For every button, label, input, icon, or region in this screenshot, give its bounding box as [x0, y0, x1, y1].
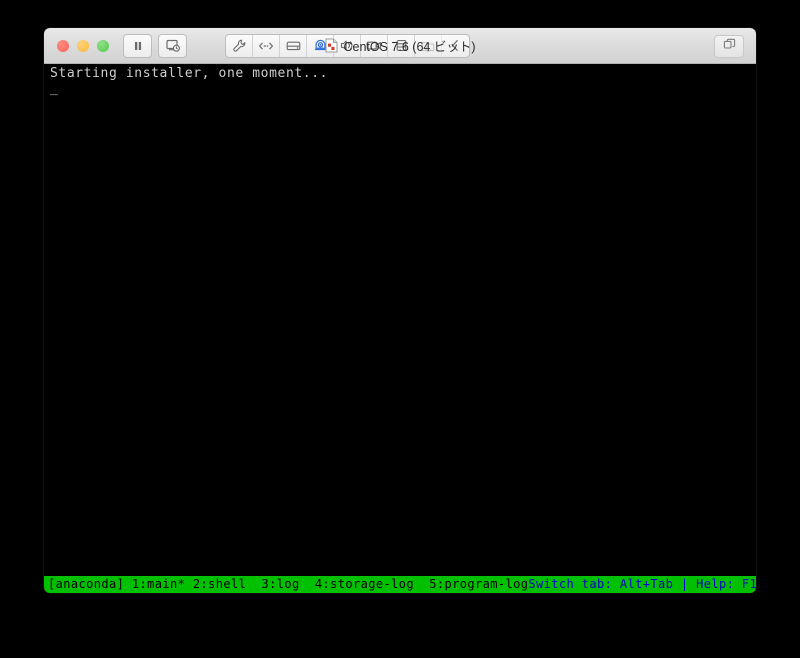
- window-titlebar[interactable]: CentOS 7.6 (64 ビット): [44, 28, 756, 64]
- unity-view-button[interactable]: [714, 35, 744, 58]
- guest-screen[interactable]: Starting installer, one moment... _ [ana…: [44, 64, 756, 593]
- video-camera-icon: [366, 40, 382, 51]
- pause-icon: [132, 40, 144, 52]
- hard-disk-icon: [286, 40, 301, 52]
- minimize-button[interactable]: [77, 39, 89, 52]
- vm-window: CentOS 7.6 (64 ビット) Starting installer, …: [44, 28, 756, 593]
- printer-icon: [395, 39, 408, 52]
- device-button-group: [225, 33, 470, 58]
- snapshot-button-group: [158, 33, 187, 58]
- anaconda-help-hint: Switch tab: Alt+Tab | Help: F1: [528, 577, 756, 591]
- terminal-line: Starting installer, one moment...: [50, 66, 329, 81]
- snapshot-icon: [165, 39, 180, 52]
- anaconda-status-bar: [anaconda] 1:main* 2:shell 3:log 4:stora…: [44, 576, 756, 593]
- network-icon: [258, 41, 274, 51]
- webcam-icon: [313, 39, 328, 52]
- shared-folder-button[interactable]: [415, 34, 442, 57]
- traffic-lights: [57, 39, 109, 52]
- sound-button[interactable]: [334, 34, 361, 57]
- shared-folder-icon: [421, 40, 436, 52]
- chevron-left-icon: [451, 39, 460, 52]
- video-camera-button[interactable]: [361, 34, 388, 57]
- collapse-toolbar-button[interactable]: [442, 35, 469, 57]
- playback-button-group: [123, 33, 152, 58]
- speaker-icon: [340, 39, 354, 52]
- close-button[interactable]: [57, 39, 69, 52]
- snapshot-button[interactable]: [159, 35, 186, 57]
- camera-device-button[interactable]: [307, 34, 334, 57]
- hard-disk-button[interactable]: [280, 34, 307, 57]
- screen: CentOS 7.6 (64 ビット) Starting installer, …: [0, 0, 800, 658]
- window-restore-icon: [723, 38, 736, 56]
- wrench-icon: [232, 39, 246, 53]
- network-button[interactable]: [253, 34, 280, 57]
- settings-button[interactable]: [226, 34, 253, 57]
- printer-button[interactable]: [388, 34, 415, 57]
- maximize-button[interactable]: [97, 39, 109, 52]
- anaconda-tab-list[interactable]: [anaconda] 1:main* 2:shell 3:log 4:stora…: [48, 576, 528, 593]
- pause-button[interactable]: [124, 35, 151, 57]
- terminal-cursor: _: [50, 81, 58, 96]
